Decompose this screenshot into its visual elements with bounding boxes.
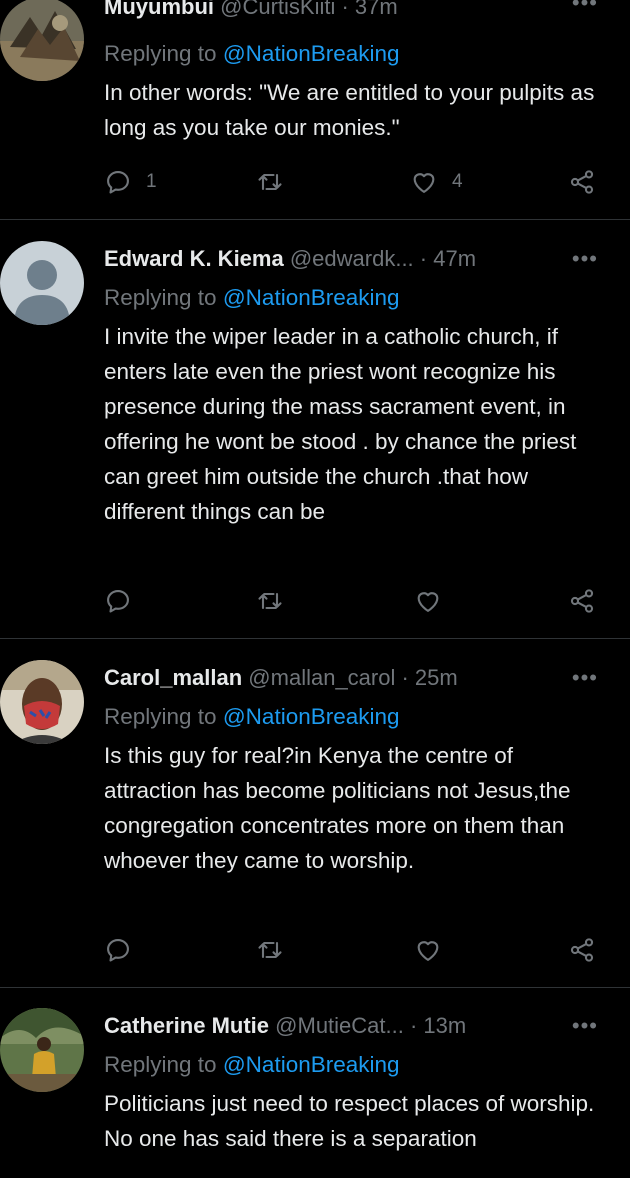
- tweet-3[interactable]: Carol_mallan @mallan_carol · 25m ••• Rep…: [0, 639, 630, 987]
- reply-icon: [107, 171, 129, 194]
- more-icon[interactable]: •••: [572, 1009, 598, 1043]
- share-button[interactable]: [568, 167, 596, 197]
- like-icon: [417, 941, 439, 961]
- author-handle-time: @mallan_carol · 25m: [248, 665, 458, 690]
- author-handle-time: @CurtisKiiti · 37m: [220, 0, 398, 19]
- avatar[interactable]: [0, 241, 84, 325]
- avatar[interactable]: [0, 1008, 84, 1092]
- retweet-button[interactable]: [256, 586, 284, 616]
- share-icon: [570, 938, 594, 962]
- retweet-icon: [258, 941, 282, 959]
- avatar[interactable]: [0, 660, 84, 744]
- mention-link[interactable]: @NationBreaking: [223, 285, 400, 310]
- like-count: 4: [452, 171, 463, 192]
- tweet-4[interactable]: Catherine Mutie @MutieCat... · 13m ••• R…: [0, 988, 630, 1178]
- tweet-2[interactable]: Edward K. Kiema @edwardk... · 47m ••• Re…: [0, 220, 630, 638]
- like-button[interactable]: [414, 586, 442, 616]
- tweet-actions: [104, 586, 604, 616]
- like-button[interactable]: 4: [410, 167, 463, 197]
- author-name[interactable]: Muyumbui: [104, 0, 214, 19]
- reply-button[interactable]: 1: [104, 167, 157, 197]
- replying-to: Replying to @NationBreaking: [104, 704, 400, 729]
- reply-count: 1: [146, 171, 157, 192]
- tweet-actions: [104, 935, 604, 965]
- author-name[interactable]: Catherine Mutie: [104, 1013, 269, 1038]
- author-handle-time: @MutieCat... · 13m: [275, 1013, 467, 1038]
- reply-icon: [107, 939, 129, 962]
- share-icon: [570, 589, 594, 613]
- share-icon: [570, 170, 594, 194]
- tweet-text: In other words: "We are entitled to your…: [104, 80, 595, 140]
- like-icon: [417, 592, 439, 612]
- reply-button[interactable]: [104, 586, 132, 616]
- tweet-actions: 1 4: [104, 167, 604, 197]
- avatar[interactable]: [0, 0, 84, 81]
- retweet-button[interactable]: [256, 935, 284, 965]
- share-button[interactable]: [568, 586, 596, 616]
- reply-icon: [107, 590, 129, 613]
- tweet-text: Politicians just need to respect places …: [104, 1091, 595, 1151]
- author-name[interactable]: Carol_mallan: [104, 665, 242, 690]
- mention-link[interactable]: @NationBreaking: [223, 704, 400, 729]
- tweet-text: I invite the wiper leader in a catholic …: [104, 324, 577, 524]
- more-icon[interactable]: •••: [572, 661, 598, 695]
- replying-to: Replying to @NationBreaking: [104, 285, 400, 310]
- author-name[interactable]: Edward K. Kiema: [104, 246, 284, 271]
- author-handle-time: @edwardk... · 47m: [289, 246, 477, 271]
- tweet-text: Is this guy for real?in Kenya the centre…: [104, 743, 571, 873]
- like-icon: [413, 173, 435, 193]
- more-icon[interactable]: •••: [572, 242, 598, 276]
- mention-link[interactable]: @NationBreaking: [223, 41, 400, 66]
- replying-to: Replying to @NationBreaking: [104, 41, 400, 66]
- replying-to: Replying to @NationBreaking: [104, 1052, 400, 1077]
- retweet-icon: [258, 173, 282, 191]
- reply-button[interactable]: [104, 935, 132, 965]
- tweet-1[interactable]: Muyumbui @CurtisKiiti · 37m ••• Replying…: [0, 0, 630, 218]
- like-button[interactable]: [414, 935, 442, 965]
- retweet-icon: [258, 592, 282, 610]
- retweet-button[interactable]: [256, 167, 298, 197]
- mention-link[interactable]: @NationBreaking: [223, 1052, 400, 1077]
- share-button[interactable]: [568, 935, 596, 965]
- more-icon[interactable]: •••: [572, 0, 598, 14]
